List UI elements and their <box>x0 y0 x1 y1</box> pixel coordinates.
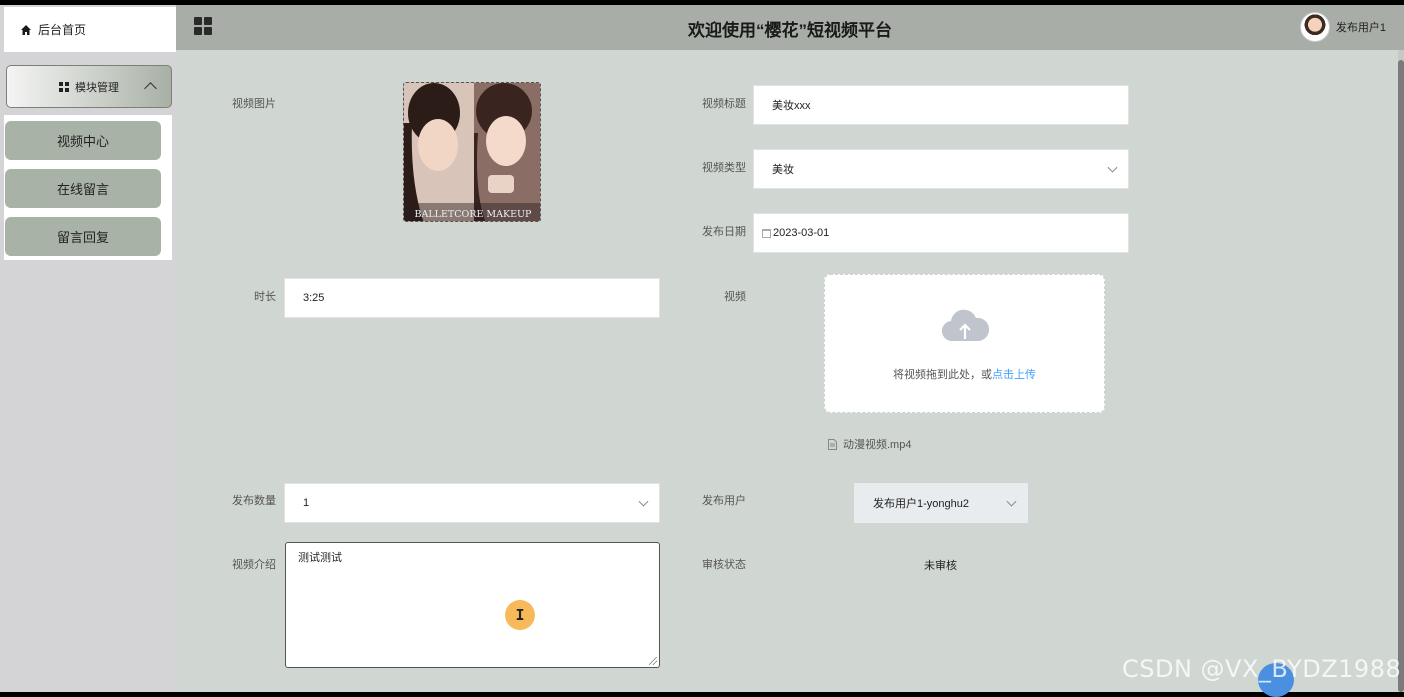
svg-text:BALLETCORE MAKEUP: BALLETCORE MAKEUP <box>415 209 533 220</box>
video-intro-textarea[interactable]: 测试测试 <box>285 542 660 668</box>
home-icon <box>21 24 31 35</box>
video-label: 视频 <box>724 291 746 303</box>
publisher-select[interactable]: 发布用户1-yonghu2 <box>854 483 1028 523</box>
user-menu[interactable]: 发布用户1 <box>1299 12 1386 42</box>
video-title-label: 视频标题 <box>702 98 746 110</box>
sidebar: 模块管理 视频中心 在线留言 留言回复 <box>4 52 172 692</box>
duration-label: 时长 <box>254 291 276 303</box>
cloud-upload-icon <box>942 309 989 342</box>
video-intro-label: 视频介绍 <box>232 559 276 571</box>
top-header: 欢迎使用“樱花”短视频平台 发布用户1 <box>176 5 1404 50</box>
video-upload-dropzone[interactable]: 将视频拖到此处，或点击上传 <box>824 274 1105 413</box>
resize-handle[interactable] <box>649 657 657 665</box>
user-name: 发布用户1 <box>1335 22 1386 34</box>
app-window: 后台首页 欢迎使用“樱花”短视频平台 发布用户1 模块管理 视频中心 在线留言 … <box>0 5 1404 697</box>
home-tab[interactable]: 后台首页 <box>4 7 176 52</box>
publish-count-select[interactable]: 1 <box>284 483 660 523</box>
upload-hint: 将视频拖到此处，或点击上传 <box>893 369 1036 381</box>
sidebar-item-message-reply[interactable]: 留言回复 <box>5 217 161 256</box>
module-grid-icon <box>59 81 69 92</box>
publish-date-value: 2023-03-01 <box>773 227 830 239</box>
chevron-up-icon <box>144 82 157 95</box>
main-form-area: 视频图片 BALLETCORE MAKEUP 视频标题 美妆xxx 视频类型 美… <box>176 50 1398 692</box>
avatar <box>1299 12 1330 42</box>
video-image-preview[interactable]: BALLETCORE MAKEUP <box>403 82 541 222</box>
uploaded-file[interactable]: 动漫视频.mp4 <box>828 436 911 452</box>
uploaded-file-name: 动漫视频.mp4 <box>843 439 912 451</box>
watermark: CSDN @VX_BYDZ1988 <box>1122 655 1402 683</box>
audit-status-value: 未审核 <box>924 560 957 572</box>
publish-date-input[interactable]: 2023-03-01 <box>753 213 1129 253</box>
sidebar-submenu: 视频中心 在线留言 留言回复 <box>4 115 172 260</box>
home-tab-label: 后台首页 <box>38 23 87 37</box>
sidebar-module-toggle[interactable]: 模块管理 <box>6 65 172 108</box>
calendar-icon <box>762 228 771 238</box>
audit-status-label: 审核状态 <box>702 559 746 571</box>
text-cursor-icon: I <box>505 600 535 630</box>
video-image-label: 视频图片 <box>232 98 276 110</box>
duration-input[interactable]: 3:25 <box>284 278 660 318</box>
video-intro-value: 测试测试 <box>298 552 342 564</box>
publisher-label: 发布用户 <box>702 495 746 507</box>
video-type-select[interactable]: 美妆 <box>753 149 1129 189</box>
module-label: 模块管理 <box>75 81 119 94</box>
video-cover-image: BALLETCORE MAKEUP <box>404 83 540 221</box>
publish-date-label: 发布日期 <box>702 226 746 238</box>
scrollbar-thumb[interactable] <box>1398 60 1404 692</box>
sidebar-item-video-center[interactable]: 视频中心 <box>5 121 161 160</box>
document-icon <box>828 438 837 450</box>
publish-count-label: 发布数量 <box>232 495 276 507</box>
sidebar-item-online-message[interactable]: 在线留言 <box>5 169 161 208</box>
page-title: 欢迎使用“樱花”短视频平台 <box>688 21 892 40</box>
video-title-input[interactable]: 美妆xxx <box>753 85 1129 125</box>
vertical-scrollbar[interactable] <box>1398 50 1404 692</box>
upload-link[interactable]: 点击上传 <box>992 369 1036 381</box>
video-type-label: 视频类型 <box>702 162 746 174</box>
